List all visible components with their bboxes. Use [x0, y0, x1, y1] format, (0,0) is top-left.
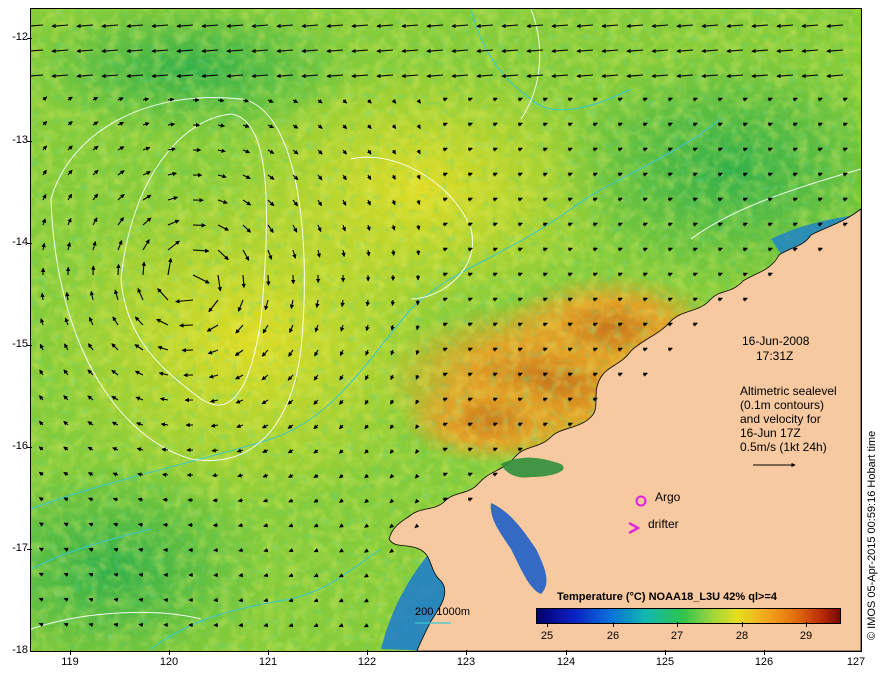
velocity-arrow: [238, 572, 244, 578]
velocity-arrow: [161, 472, 169, 477]
colorbar-tick-label: 27: [670, 630, 684, 642]
velocity-arrow: [138, 547, 144, 553]
velocity-arrow: [211, 473, 219, 478]
altimetry-line: 0.5m/s (1kt 24h): [740, 440, 827, 454]
y-tick-label: -12: [12, 31, 28, 43]
x-tickmark: [566, 650, 567, 655]
velocity-arrow: [266, 274, 271, 286]
velocity-arrow: [138, 572, 144, 578]
velocity-arrow: [162, 497, 169, 503]
colorbar-tick-label: 29: [799, 630, 813, 642]
x-tick-label: 126: [754, 656, 774, 668]
altimetry-description: Altimetric sealevel (0.1m contours) and …: [740, 384, 837, 454]
velocity-arrow: [415, 249, 421, 256]
date-label: 16-Jun-2008: [742, 334, 810, 348]
credit-text: © IMOS 05-Apr-2015 00:59:16 Hobart time: [866, 430, 878, 640]
velocity-arrow: [116, 263, 121, 276]
velocity-arrow: [167, 97, 175, 102]
colorbar-tickmark: [742, 622, 743, 627]
altimetry-line: 16-Jun 17Z: [740, 426, 801, 440]
x-tick-label: 125: [655, 656, 675, 668]
velocity-arrow: [391, 249, 396, 256]
y-tickmark: [27, 447, 32, 448]
colorbar-tick-label: 25: [540, 630, 554, 642]
colorbar-tick-label: 28: [735, 630, 749, 642]
x-tick-label: 123: [456, 656, 476, 668]
y-tickmark: [27, 243, 32, 244]
y-tick-label: -18: [12, 644, 28, 656]
y-tickmark: [27, 141, 32, 142]
velocity-arrow: [238, 622, 244, 628]
velocity-arrow: [238, 597, 244, 603]
colorbar-tick-label: 26: [606, 630, 620, 642]
y-tickmark: [27, 345, 32, 346]
y-tick-label: -15: [12, 338, 28, 350]
y-tick-label: -13: [12, 134, 28, 146]
sst-map[interactable]: [30, 8, 862, 652]
x-tickmark: [367, 650, 368, 655]
velocity-arrow: [365, 299, 370, 307]
time-label: 17:31Z: [756, 349, 794, 363]
drifter-label: drifter: [648, 517, 679, 531]
argo-label: Argo: [655, 490, 681, 504]
velocity-arrow: [138, 622, 144, 628]
y-tickmark: [27, 38, 32, 39]
colorbar-tickmark: [806, 622, 807, 627]
y-tick-label: -16: [12, 440, 28, 452]
x-tick-label: 127: [846, 656, 866, 668]
x-tickmark: [70, 650, 71, 655]
x-tick-label: 122: [357, 656, 377, 668]
velocity-arrow: [138, 597, 144, 603]
y-tick-label: -14: [12, 236, 28, 248]
temperature-colorbar: [536, 608, 841, 624]
x-tick-label: 120: [159, 656, 179, 668]
altimetry-line: Altimetric sealevel: [740, 384, 837, 398]
y-tick-label: -17: [12, 542, 28, 554]
sst-map-canvas: [31, 9, 861, 651]
velocity-arrow: [390, 299, 396, 307]
x-tick-label: 124: [556, 656, 576, 668]
velocity-arrow: [179, 323, 194, 328]
velocity-arrow: [212, 497, 219, 503]
colorbar-title: Temperature (°C) NOAA18_L3U 42% ql>=4: [557, 591, 777, 603]
x-tickmark: [268, 650, 269, 655]
isobath-legend-label: 200 1000m: [415, 606, 471, 618]
altimetry-line: and velocity for: [740, 412, 821, 426]
velocity-arrow: [238, 547, 244, 553]
x-tick-label: 121: [258, 656, 278, 668]
x-tick-label: 119: [61, 656, 79, 668]
altimetry-line: (0.1m contours): [740, 398, 825, 412]
y-tickmark: [27, 549, 32, 550]
x-tickmark: [466, 650, 467, 655]
colorbar-tickmark: [613, 622, 614, 627]
x-tickmark: [169, 650, 170, 655]
x-tickmark: [764, 650, 765, 655]
colorbar-tickmark: [547, 622, 548, 627]
x-tickmark: [665, 650, 666, 655]
colorbar-tickmark: [677, 622, 678, 627]
